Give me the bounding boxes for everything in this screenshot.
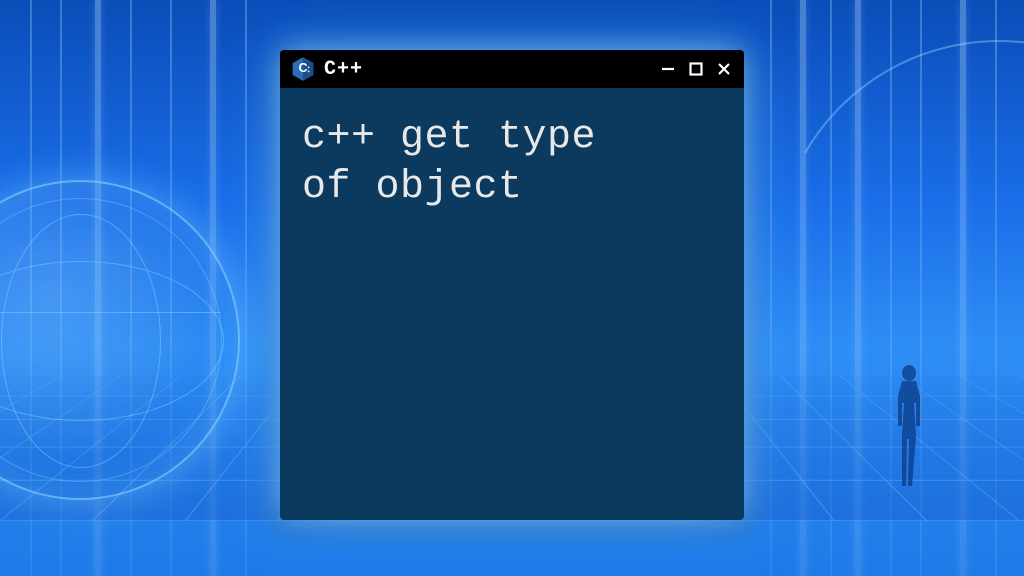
maximize-button[interactable]	[686, 59, 706, 79]
window-controls	[658, 59, 734, 79]
titlebar[interactable]: C + + C++	[280, 50, 744, 88]
close-button[interactable]	[714, 59, 734, 79]
body-text: c++ get type of object	[302, 113, 722, 213]
window-title: C++	[324, 58, 658, 81]
window-body: c++ get type of object	[280, 88, 744, 238]
terminal-window: C + + C++ c++ get type of object	[280, 50, 744, 520]
cpp-logo-icon: C + +	[290, 56, 316, 82]
businessman-silhouette	[889, 361, 929, 491]
svg-text:C: C	[298, 61, 307, 75]
minimize-button[interactable]	[658, 59, 678, 79]
svg-text:+: +	[307, 69, 310, 74]
